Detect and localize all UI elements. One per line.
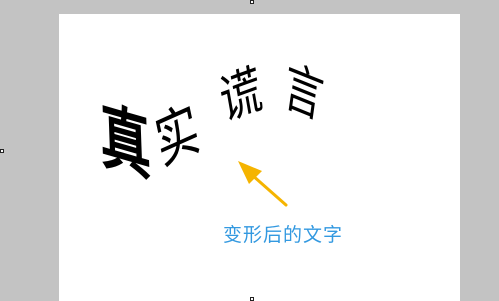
warped-char-3: 谎 (216, 59, 267, 133)
warped-text: 真 实 谎 言 (99, 54, 327, 192)
warped-char-1: 真 (99, 92, 152, 191)
warped-char-4: 言 (280, 54, 327, 132)
annotation-label: 变形后的文字 (223, 224, 344, 246)
workspace-background: 真 实 谎 言 变形后的文字 (0, 0, 499, 301)
warped-char-2: 实 (150, 94, 205, 180)
artwork-canvas: 真 实 谎 言 (99, 54, 327, 207)
annotation-arrow (238, 161, 288, 207)
